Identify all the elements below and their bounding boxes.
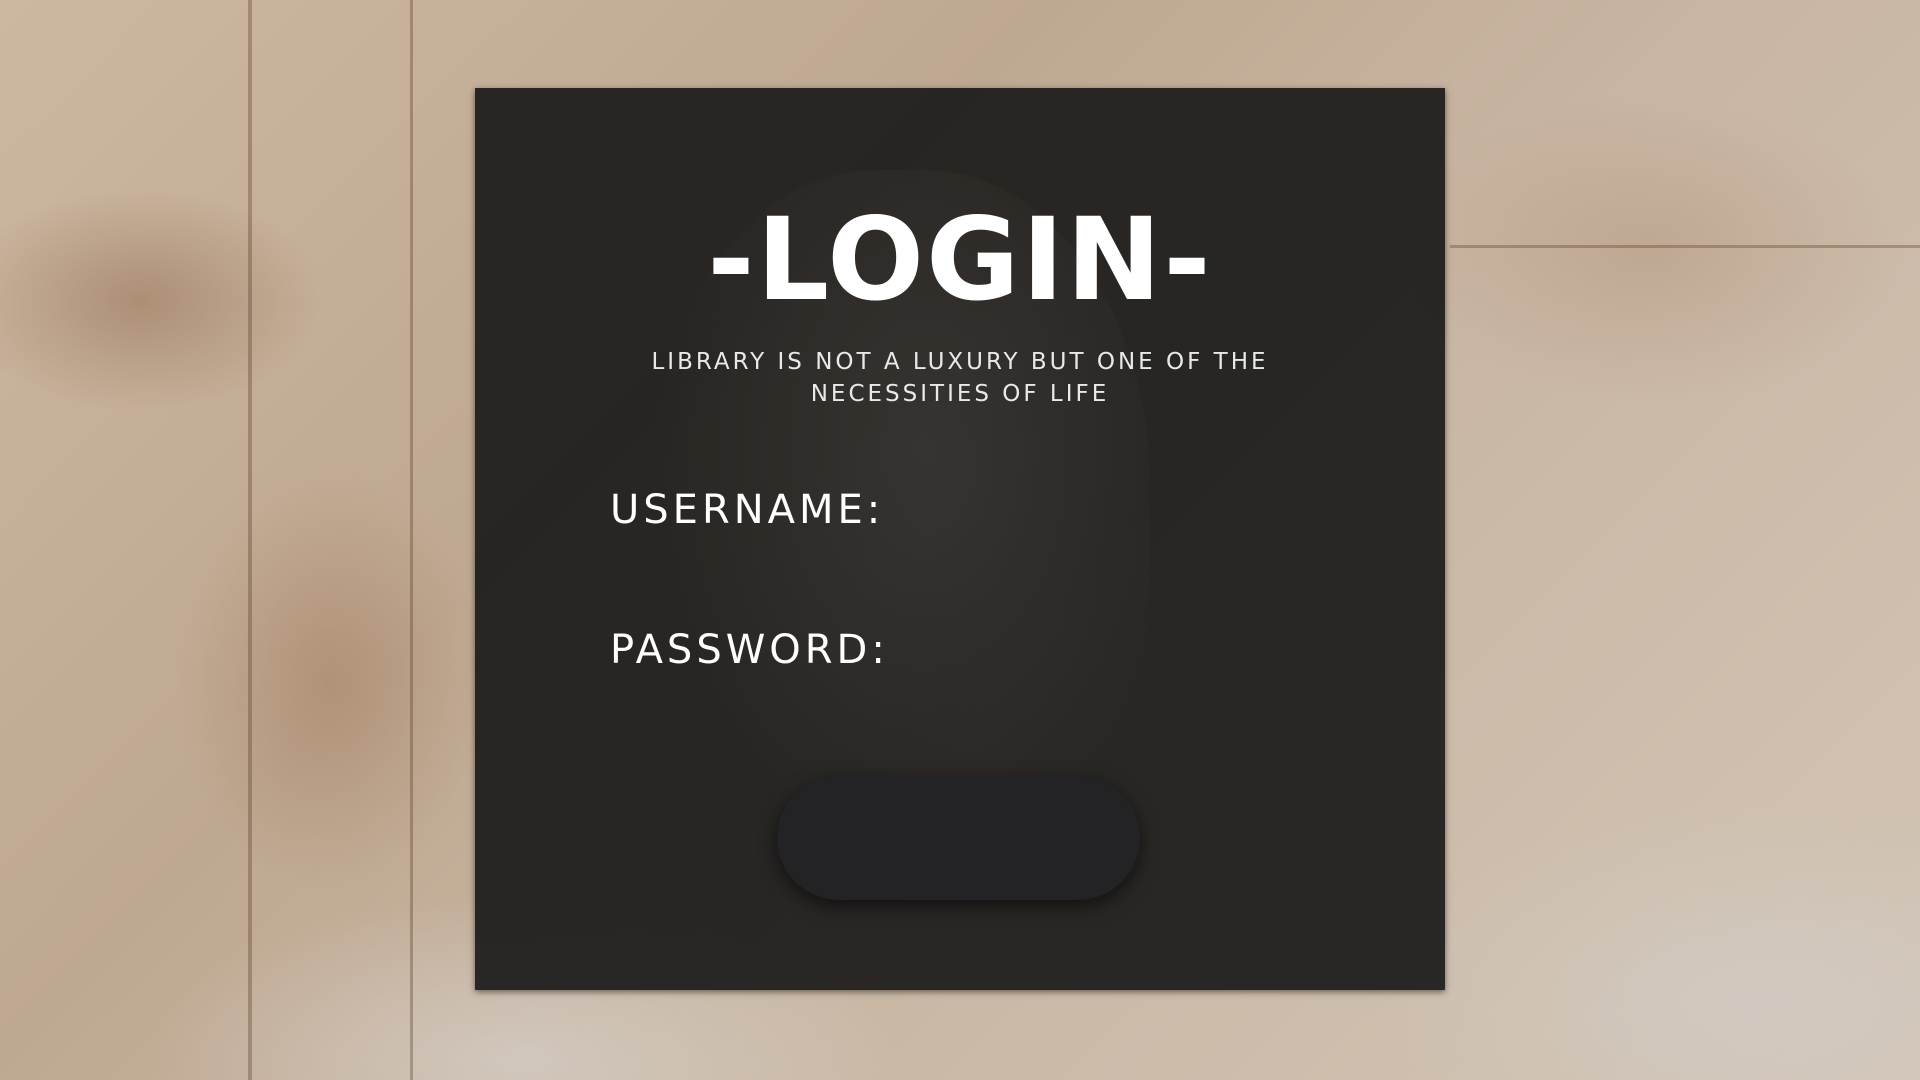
pillar-edge-line	[410, 0, 413, 1080]
password-field[interactable]	[900, 626, 1374, 678]
login-submit-button[interactable]	[777, 776, 1140, 900]
username-label: USERNAME:	[610, 487, 885, 533]
wall-joint-line	[1450, 245, 1920, 248]
username-field[interactable]	[900, 486, 1374, 538]
login-title: -LOGIN-	[707, 193, 1213, 326]
login-subtitle-quote: LIBRARY IS NOT A LUXURY BUT ONE OF THE N…	[651, 349, 1269, 407]
password-label: PASSWORD:	[610, 627, 889, 673]
pillar-edge-line	[248, 0, 252, 1080]
